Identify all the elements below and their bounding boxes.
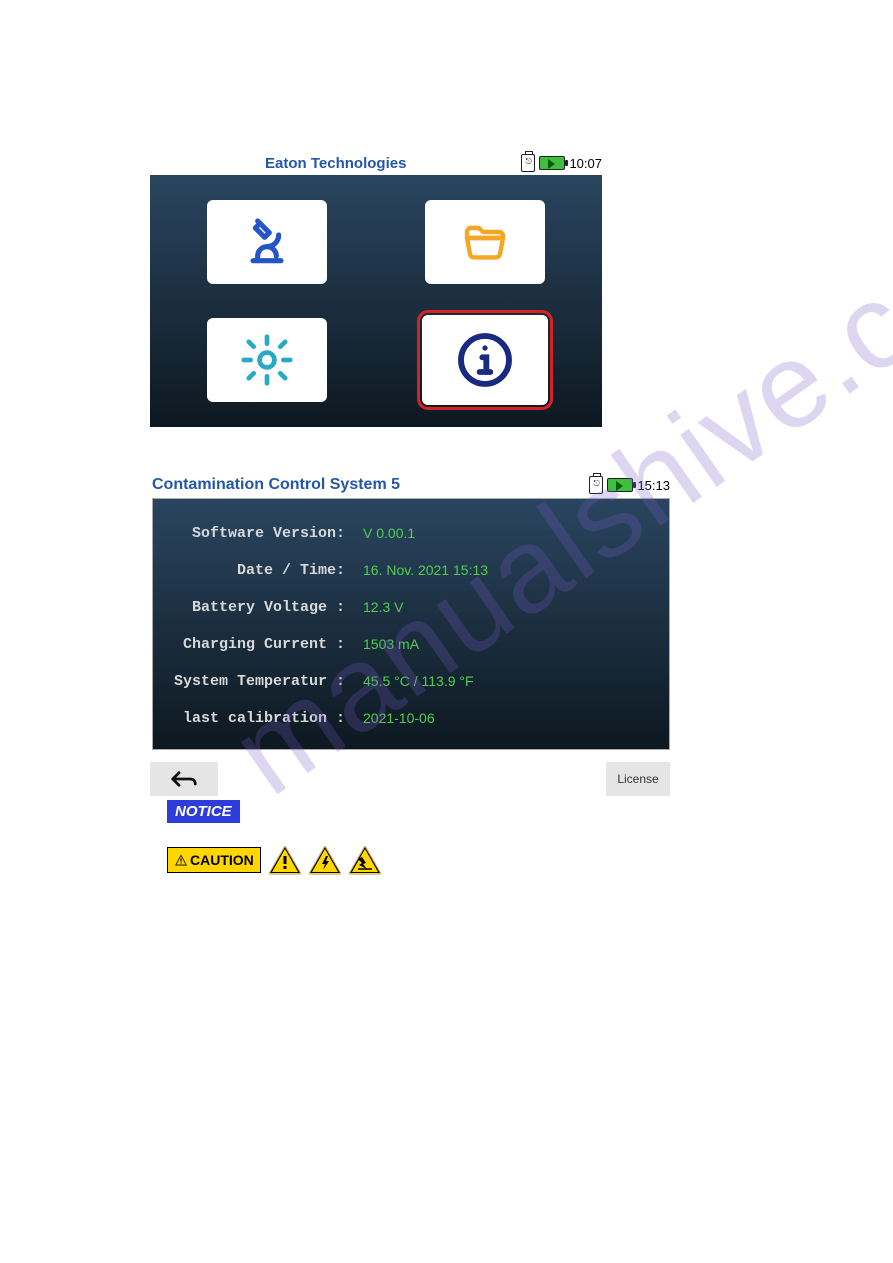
status-icons-1: 10:07 — [521, 154, 602, 172]
main-menu — [150, 175, 602, 427]
usb-icon — [589, 476, 603, 494]
screen1-title: Eaton Technologies — [150, 155, 521, 172]
row-system-temp: System Temperatur : 45.5 °C / 113.9 °F — [173, 673, 649, 690]
warning-icon — [174, 854, 188, 866]
row-charging-current: Charging Current : 1503 mA — [173, 636, 649, 653]
label-charging-current: Charging Current : — [173, 636, 363, 653]
status-icons-2: 15:13 — [589, 476, 670, 494]
folder-icon — [457, 218, 513, 266]
back-arrow-icon — [169, 769, 199, 789]
settings-tile[interactable] — [207, 318, 327, 402]
info-panel: Software Version: V 0.00.1 Date / Time: … — [152, 498, 670, 750]
row-datetime: Date / Time: 16. Nov. 2021 15:13 — [173, 562, 649, 579]
clock-1: 10:07 — [569, 156, 602, 171]
label-system-temp: System Temperatur : — [173, 673, 363, 690]
value-battery-voltage: 12.3 V — [363, 599, 403, 616]
folder-tile[interactable] — [425, 200, 545, 284]
ground-hazard-icon — [349, 846, 381, 874]
info-tile[interactable] — [422, 315, 548, 405]
battery-icon — [539, 156, 565, 170]
label-battery-voltage: Battery Voltage : — [173, 599, 363, 616]
warning-triangle-icon — [269, 846, 301, 874]
info-icon — [453, 328, 517, 392]
gear-icon — [239, 332, 295, 388]
hazard-row: CAUTION — [167, 846, 381, 874]
back-button[interactable] — [150, 762, 218, 796]
label-last-calibration: last calibration : — [173, 710, 363, 727]
screen2-title: Contamination Control System 5 — [152, 476, 589, 494]
microscope-tile[interactable] — [207, 200, 327, 284]
value-datetime: 16. Nov. 2021 15:13 — [363, 562, 488, 579]
usb-icon — [521, 154, 535, 172]
microscope-icon — [239, 214, 295, 270]
row-software-version: Software Version: V 0.00.1 — [173, 525, 649, 542]
electric-hazard-icon — [309, 846, 341, 874]
value-last-calibration: 2021-10-06 — [363, 710, 435, 727]
battery-icon — [607, 478, 633, 492]
screen2-header: Contamination Control System 5 15:13 — [152, 476, 670, 494]
value-charging-current: 1503 mA — [363, 636, 419, 653]
label-datetime: Date / Time: — [173, 562, 363, 579]
license-button[interactable]: License — [606, 762, 670, 796]
notice-badge: NOTICE — [167, 800, 240, 823]
value-system-temp: 45.5 °C / 113.9 °F — [363, 673, 474, 690]
row-last-calibration: last calibration : 2021-10-06 — [173, 710, 649, 727]
clock-2: 15:13 — [637, 478, 670, 493]
value-software-version: V 0.00.1 — [363, 525, 415, 542]
caution-text: CAUTION — [190, 852, 254, 868]
button-row: License — [150, 762, 670, 796]
label-software-version: Software Version: — [173, 525, 363, 542]
caution-badge: CAUTION — [167, 847, 261, 873]
screen1-header: Eaton Technologies 10:07 — [150, 154, 602, 172]
row-battery-voltage: Battery Voltage : 12.3 V — [173, 599, 649, 616]
